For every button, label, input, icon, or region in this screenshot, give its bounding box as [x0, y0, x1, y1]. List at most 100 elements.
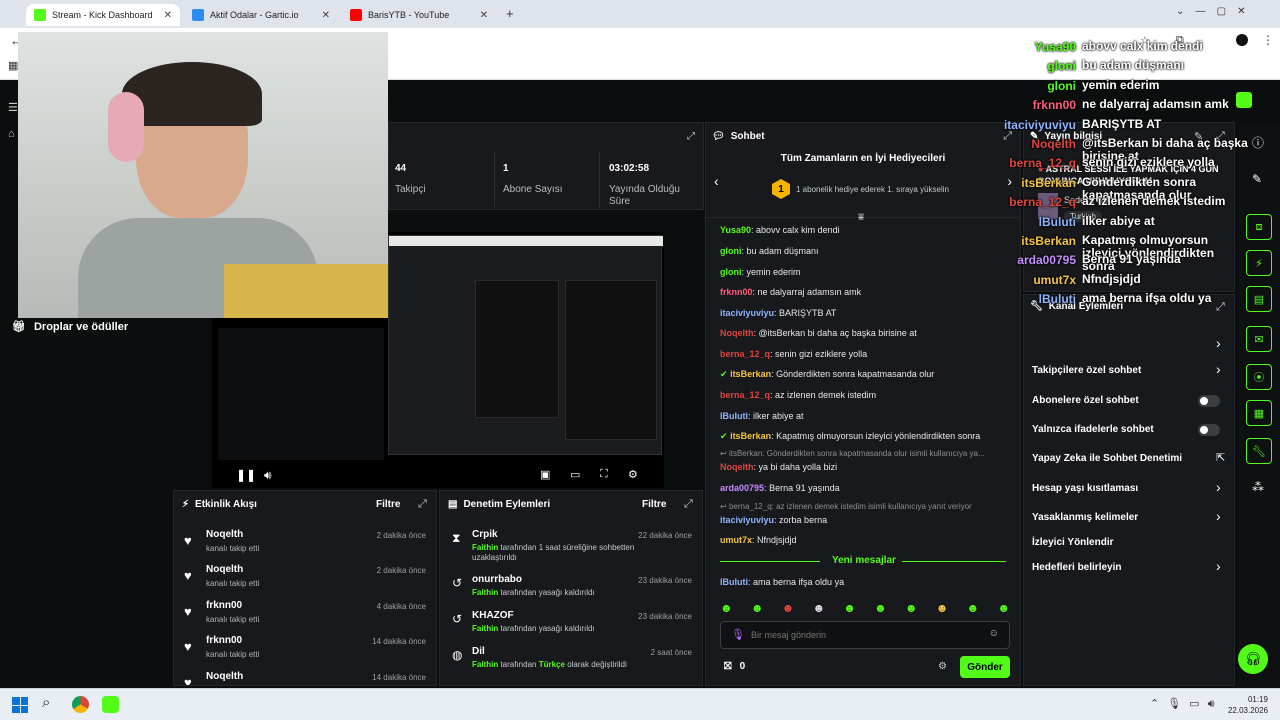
- settings-icon[interactable]: ⚙: [628, 468, 638, 481]
- emoji-icon[interactable]: ☺: [989, 628, 999, 639]
- nav-drops[interactable]: 🎁︎ Droplar ve ödüller: [12, 320, 128, 334]
- rail-button-chat[interactable]: ✉: [1246, 326, 1272, 352]
- action-banned-words[interactable]: Yasaklanmış kelimeler: [1032, 512, 1138, 523]
- chat-username[interactable]: itsBerkan: [730, 369, 771, 379]
- activity-user[interactable]: frknn00: [206, 600, 242, 611]
- fullscreen-icon[interactable]: ⛶: [600, 468, 608, 481]
- rail-button-document[interactable]: ▤: [1246, 286, 1272, 312]
- action-subscribers-only[interactable]: Abonelere özel sohbet: [1032, 395, 1139, 406]
- window-controls[interactable]: ⌄ — ▢ ✕: [1176, 6, 1246, 17]
- emote-icon[interactable]: ☻: [843, 601, 856, 617]
- pinned-collapse-icon[interactable]: ⩸: [858, 212, 864, 223]
- chat-message-input[interactable]: [751, 627, 971, 643]
- extension-icon[interactable]: ⧉: [1176, 34, 1184, 47]
- emote-icon[interactable]: ☻: [905, 601, 918, 617]
- chevron-right-icon[interactable]: ›: [1216, 335, 1221, 351]
- emote-icon[interactable]: ☻: [812, 601, 825, 617]
- chevron-right-icon[interactable]: ›: [1216, 558, 1221, 574]
- moderator-name[interactable]: Faithin: [472, 543, 498, 552]
- chat-username[interactable]: gloni: [720, 267, 742, 277]
- action-ai-moderation[interactable]: Yapay Zeka ile Sohbet Denetimi: [1032, 453, 1182, 464]
- chat-username[interactable]: arda00795: [720, 483, 764, 493]
- pip-icon[interactable]: ▣: [540, 468, 550, 481]
- chevron-right-icon[interactable]: ›: [1216, 508, 1221, 524]
- category-name[interactable]: Sadece Sohbet: [1064, 195, 1126, 205]
- activity-user[interactable]: Noqelth: [206, 671, 243, 682]
- moderator-name[interactable]: Faithin: [472, 624, 498, 633]
- chevron-right-icon[interactable]: ›: [1216, 479, 1221, 495]
- activity-user[interactable]: frknn00: [206, 635, 242, 646]
- support-headset-icon[interactable]: 🎧︎: [1238, 644, 1268, 674]
- tab-kick-dashboard[interactable]: Stream - Kick Dashboard ✕: [26, 4, 180, 26]
- menu-icon[interactable]: ⋮: [1262, 33, 1274, 47]
- system-tray-icons[interactable]: ⌃🎙︎▭🔊︎: [1150, 697, 1223, 711]
- chevron-right-icon[interactable]: ›: [1007, 173, 1012, 189]
- edit-icon[interactable]: ✎: [1194, 130, 1203, 143]
- emote-icon[interactable]: ☻: [720, 601, 733, 617]
- emotes-only-toggle[interactable]: [1198, 424, 1220, 436]
- apps-icon[interactable]: ▦: [8, 59, 18, 72]
- moderator-name[interactable]: Faithin: [472, 660, 498, 669]
- search-icon[interactable]: ⌕: [42, 694, 50, 711]
- action-followers-only[interactable]: Takipçilere özel sohbet: [1032, 365, 1141, 376]
- rail-button-broadcast[interactable]: ⦿: [1246, 364, 1272, 390]
- chevron-left-icon[interactable]: ‹: [714, 173, 719, 189]
- chat-username[interactable]: Noqelth: [720, 328, 754, 338]
- chat-username[interactable]: Yusa90: [720, 225, 751, 235]
- pen-icon[interactable]: ✎: [1252, 172, 1262, 186]
- emote-icon[interactable]: ☻: [751, 601, 764, 617]
- menu-icon[interactable]: ☰: [8, 95, 18, 121]
- filter-button[interactable]: Filtre: [642, 499, 666, 510]
- microphone-icon[interactable]: 🎙︎: [731, 628, 745, 641]
- action-raid[interactable]: İzleyici Yönlendir: [1032, 537, 1114, 548]
- activity-user[interactable]: Noqelth: [206, 564, 243, 575]
- chat-username[interactable]: itaciviyuviyu: [720, 515, 774, 525]
- rail-button-wrench[interactable]: 🔧︎: [1246, 438, 1272, 464]
- chat-username[interactable]: itaciviyuviyu: [720, 308, 774, 318]
- chevron-right-icon[interactable]: ›: [1216, 361, 1221, 377]
- expand-icon[interactable]: ⤢: [684, 498, 693, 511]
- chat-settings-icon[interactable]: ⚙: [938, 661, 947, 672]
- tab-gartic[interactable]: Aktif Odalar - Gartic.io ✕: [184, 4, 338, 26]
- expand-icon[interactable]: ⤢: [1216, 130, 1225, 143]
- chat-username[interactable]: lBuluti: [720, 577, 748, 587]
- new-tab-button[interactable]: +: [506, 6, 514, 21]
- emote-icon[interactable]: ☻: [874, 601, 887, 617]
- star-icon[interactable]: ☆: [1140, 34, 1150, 47]
- action-goals[interactable]: Hedefleri belirleyin: [1032, 562, 1121, 573]
- emote-icon[interactable]: ☻: [997, 601, 1010, 617]
- chat-username[interactable]: frknn00: [720, 287, 753, 297]
- pause-icon[interactable]: ❚❚: [236, 468, 256, 482]
- emote-icon[interactable]: ☻: [936, 601, 949, 617]
- moderated-user[interactable]: Crpik: [472, 529, 498, 540]
- emote-icon[interactable]: ☻: [782, 601, 795, 617]
- close-tab-icon[interactable]: ✕: [322, 10, 330, 21]
- theater-icon[interactable]: ▭: [570, 468, 580, 481]
- channel-points[interactable]: ⛝ 0: [724, 661, 745, 672]
- rail-button-clipboard[interactable]: ▦: [1246, 400, 1272, 426]
- rail-button-camera[interactable]: ⧈: [1246, 214, 1272, 240]
- chrome-icon[interactable]: [72, 696, 89, 713]
- info-icon[interactable]: ⓘ: [1252, 134, 1264, 151]
- volume-icon[interactable]: 🔊︎: [264, 468, 272, 483]
- action-account-age[interactable]: Hesap yaşı kısıtlaması: [1032, 483, 1138, 494]
- widgets-icon[interactable]: ⁂: [1252, 480, 1264, 494]
- chat-username[interactable]: lBuluti: [720, 411, 748, 421]
- filter-button[interactable]: Filtre: [376, 499, 400, 510]
- activity-user[interactable]: Noqelth: [206, 529, 243, 540]
- subscribers-only-toggle[interactable]: [1198, 395, 1220, 407]
- close-tab-icon[interactable]: ✕: [480, 10, 488, 21]
- expand-icon[interactable]: ⤢: [1003, 130, 1012, 143]
- expand-icon[interactable]: ⤢: [687, 131, 695, 142]
- chat-username[interactable]: berna_12_q: [720, 349, 770, 359]
- close-tab-icon[interactable]: ✕: [164, 10, 172, 21]
- rail-button-bolt[interactable]: ⚡︎: [1246, 250, 1272, 276]
- send-button[interactable]: Gönder: [960, 656, 1010, 678]
- expand-icon[interactable]: ⤢: [418, 498, 427, 511]
- moderated-user[interactable]: onurrbabo: [472, 574, 522, 585]
- moderated-user[interactable]: KHAZOF: [472, 610, 514, 621]
- clock[interactable]: 01:19 22.03.2026: [1222, 694, 1268, 716]
- emote-icon[interactable]: ☻: [967, 601, 980, 617]
- chat-input[interactable]: 🎙︎ ☺: [720, 621, 1010, 649]
- expand-icon[interactable]: ⤢: [1216, 301, 1225, 314]
